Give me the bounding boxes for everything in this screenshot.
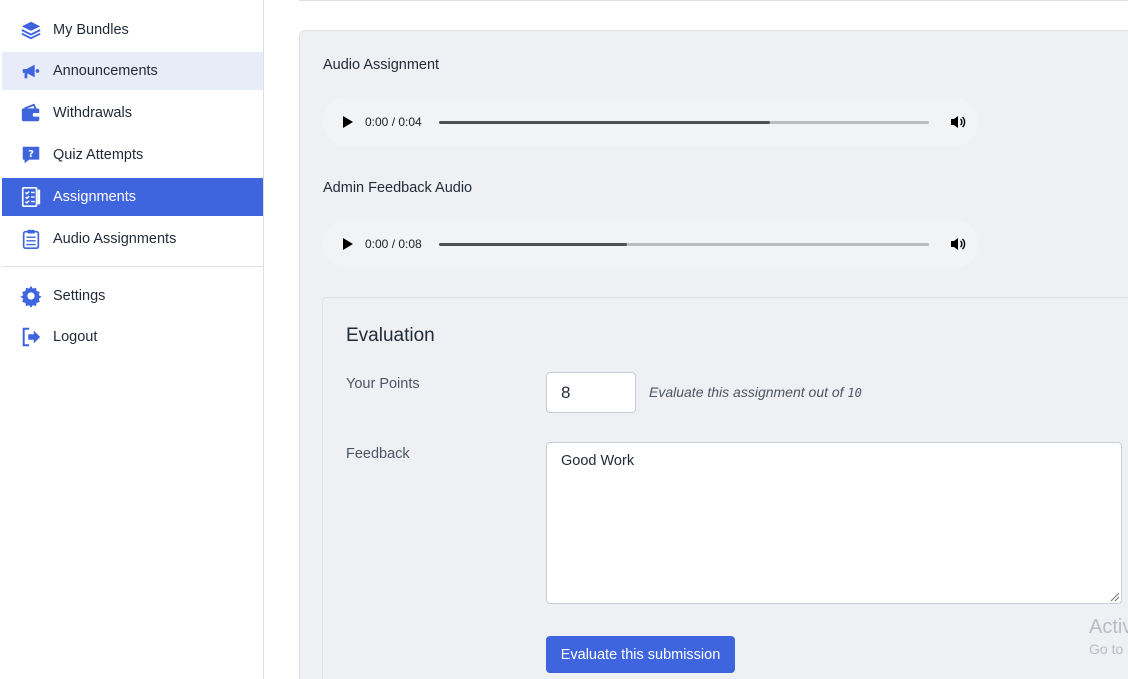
- points-input[interactable]: [546, 372, 636, 413]
- checklist-icon: [20, 186, 42, 208]
- megaphone-icon: [20, 60, 42, 82]
- points-hint-max: 10: [847, 386, 862, 400]
- resize-grip-icon[interactable]: [1108, 590, 1120, 602]
- audio-assignment-player[interactable]: 0:00 / 0:04: [323, 97, 978, 147]
- sidebar-item-label: Assignments: [53, 189, 137, 205]
- sidebar-item-quiz-attempts[interactable]: ? Quiz Attempts: [2, 136, 263, 174]
- clipboard-icon: [20, 228, 42, 250]
- layers-icon: [20, 19, 42, 41]
- admin-feedback-audio-player[interactable]: 0:00 / 0:08: [323, 219, 978, 269]
- activation-watermark-sub: Go to: [1089, 641, 1124, 657]
- volume-icon[interactable]: [950, 236, 966, 252]
- sidebar-item-settings[interactable]: Settings: [2, 277, 263, 315]
- play-icon[interactable]: [343, 116, 353, 128]
- sidebar-item-withdrawals[interactable]: Withdrawals: [2, 94, 263, 132]
- audio-progress: [439, 120, 770, 124]
- feedback-textarea[interactable]: Good Work: [546, 442, 1122, 604]
- evaluation-title: Evaluation: [346, 325, 435, 346]
- points-hint-text: Evaluate this assignment out of: [649, 384, 844, 400]
- activation-watermark: Activ: [1089, 616, 1128, 638]
- sidebar-item-label: Settings: [53, 288, 106, 304]
- evaluate-submission-button[interactable]: Evaluate this submission: [546, 636, 735, 673]
- sidebar-item-audio-assignments[interactable]: Audio Assignments: [2, 220, 263, 258]
- sidebar-item-assignments[interactable]: Assignments: [2, 178, 263, 216]
- audio-seek-bar[interactable]: [439, 242, 929, 246]
- sidebar-item-label: Logout: [53, 329, 98, 345]
- svg-text:?: ?: [28, 149, 34, 160]
- feedback-label: Feedback: [346, 446, 410, 462]
- points-hint: Evaluate this assignment out of 10: [649, 384, 862, 400]
- sidebar: My Bundles Announcements Withdrawals ? Q…: [0, 0, 264, 679]
- sidebar-item-label: Announcements: [53, 63, 158, 79]
- points-label: Your Points: [346, 376, 420, 392]
- audio-progress: [439, 242, 628, 246]
- sidebar-item-label: My Bundles: [53, 22, 129, 38]
- wallet-icon: [20, 102, 42, 124]
- sidebar-item-label: Withdrawals: [53, 105, 132, 121]
- sidebar-item-label: Quiz Attempts: [53, 147, 144, 163]
- sidebar-divider: [2, 266, 263, 267]
- sidebar-item-logout[interactable]: Logout: [2, 318, 263, 356]
- top-divider: [299, 0, 1128, 1]
- sidebar-item-my-bundles[interactable]: My Bundles: [2, 11, 263, 49]
- question-icon: ?: [20, 144, 42, 166]
- audio-time: 0:00 / 0:08: [365, 237, 422, 251]
- sidebar-item-label: Audio Assignments: [53, 231, 177, 247]
- audio-time: 0:00 / 0:04: [365, 115, 422, 129]
- volume-icon[interactable]: [950, 114, 966, 130]
- logout-icon: [20, 326, 42, 348]
- admin-feedback-audio-label: Admin Feedback Audio: [323, 180, 473, 196]
- play-icon[interactable]: [343, 238, 353, 250]
- audio-assignment-label: Audio Assignment: [323, 57, 440, 73]
- sidebar-item-announcements[interactable]: Announcements: [2, 52, 263, 90]
- audio-seek-bar[interactable]: [439, 120, 929, 124]
- gear-icon: [20, 285, 42, 307]
